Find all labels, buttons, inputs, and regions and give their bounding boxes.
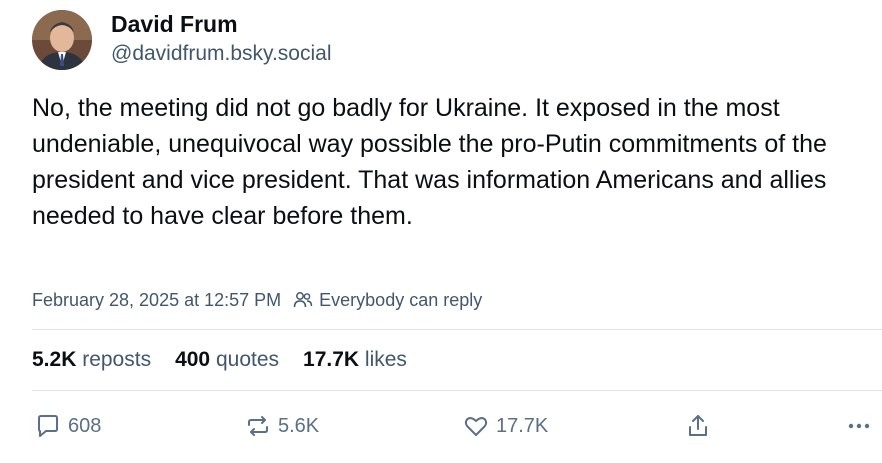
- post-body-text: No, the meeting did not go badly for Ukr…: [32, 94, 827, 230]
- reply-count: 608: [68, 414, 102, 437]
- quotes-label: quotes: [215, 348, 280, 371]
- repost-button[interactable]: 5.6K: [244, 408, 319, 444]
- divider: [32, 390, 882, 391]
- more-options-button[interactable]: [846, 408, 878, 444]
- reposts-label: reposts: [82, 348, 152, 371]
- post-meta: February 28, 2025 at 12:57 PM Everybody …: [32, 288, 482, 312]
- reply-setting[interactable]: Everybody can reply: [293, 290, 482, 311]
- like-button[interactable]: 17.7K: [462, 408, 548, 444]
- author-avatar[interactable]: [32, 10, 92, 70]
- repost-icon: [248, 416, 268, 436]
- likes-label: likes: [364, 348, 407, 371]
- post-timestamp[interactable]: February 28, 2025 at 12:57 PM: [32, 290, 281, 311]
- author-handle[interactable]: @davidfrum.bsky.social: [111, 42, 332, 66]
- share-icon: [689, 415, 707, 436]
- post-thread-view: David Frum @davidfrum.bsky.social No, th…: [0, 0, 882, 463]
- like-count: 17.7K: [496, 414, 549, 437]
- share-button[interactable]: [684, 408, 718, 444]
- reply-setting-label: Everybody can reply: [319, 289, 483, 310]
- divider: [32, 329, 882, 330]
- likes-stat[interactable]: 17.7K likes: [303, 348, 407, 372]
- people-icon: [293, 292, 313, 308]
- heart-icon: [464, 417, 488, 436]
- quotes-count: 400: [175, 348, 211, 371]
- post-actions-bar: 608 5.6K 17.7K: [0, 408, 882, 444]
- quotes-stat[interactable]: 400 quotes: [175, 348, 279, 372]
- avatar-photo-icon: [32, 10, 92, 70]
- reply-icon: [38, 415, 58, 437]
- author-display-name[interactable]: David Frum: [111, 11, 238, 38]
- reply-button[interactable]: 608: [34, 408, 101, 444]
- repost-count: 5.6K: [278, 414, 320, 437]
- reposts-stat[interactable]: 5.2K reposts: [32, 348, 151, 372]
- engagement-stats: 5.2K reposts 400 quotes 17.7K likes: [32, 346, 431, 374]
- likes-count: 17.7K: [303, 348, 360, 371]
- reposts-count: 5.2K: [32, 348, 77, 371]
- more-icon: [848, 423, 870, 429]
